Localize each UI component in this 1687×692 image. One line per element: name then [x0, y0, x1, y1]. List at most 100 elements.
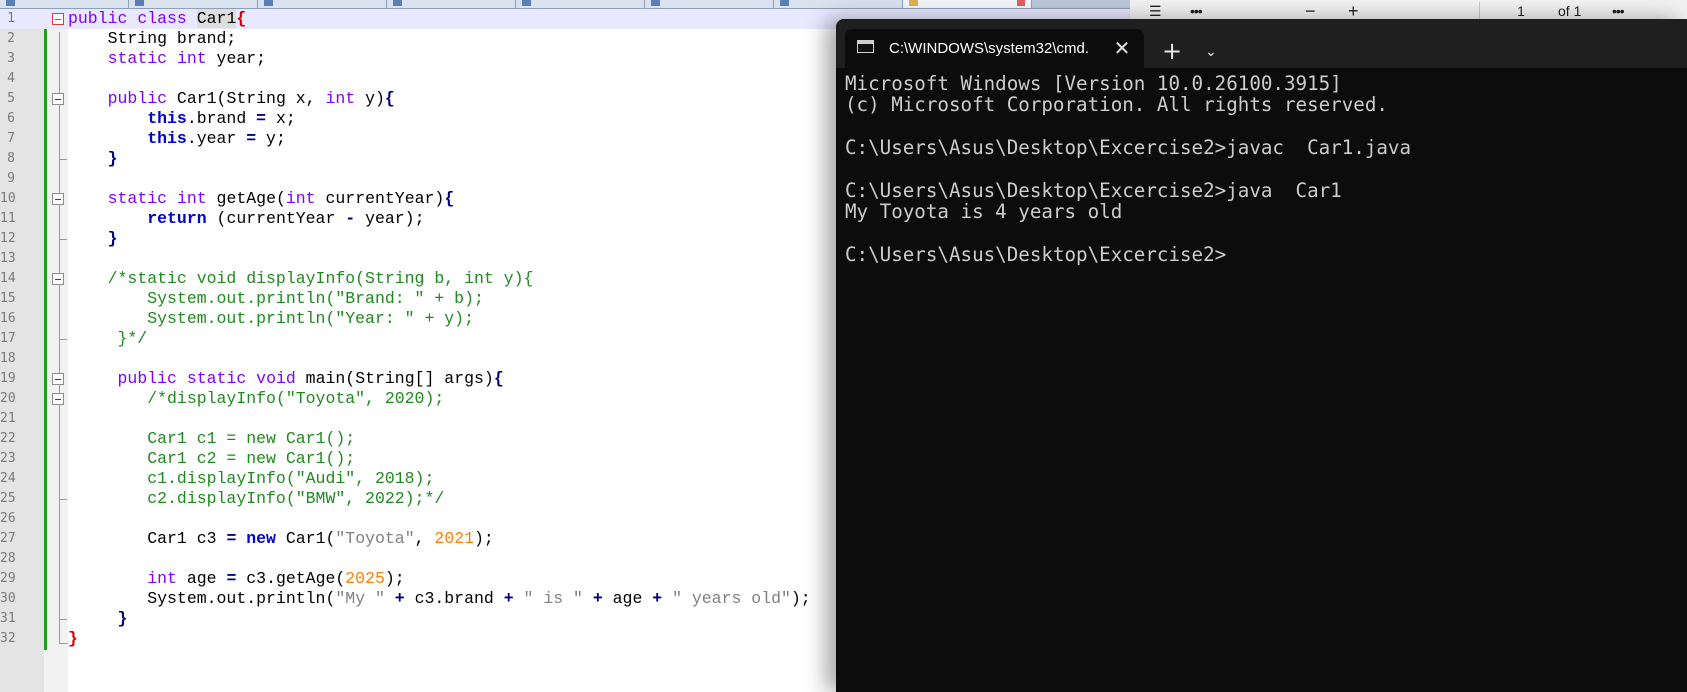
code-text: this.year = y; — [147, 129, 286, 148]
file-icon — [264, 0, 273, 6]
line-number: 6 — [7, 111, 15, 126]
file-icon — [780, 0, 789, 6]
console-line: My Toyota is 4 years old — [845, 200, 1123, 224]
fold-end-marker — [59, 339, 67, 340]
zoom-out-button[interactable]: − — [1305, 1, 1316, 21]
code-text: Car1 c3 = new Car1("Toyota", 2021); — [68, 529, 494, 548]
code-text: } — [117, 609, 128, 628]
new-tab-button[interactable]: + — [1158, 38, 1186, 66]
file-icon — [522, 0, 531, 6]
code-text: } — [107, 229, 118, 248]
editor-tab-strip — [0, 0, 1130, 9]
line-number: 19 — [0, 371, 16, 386]
code-text: this.brand = x; — [147, 109, 296, 128]
line-number: 9 — [7, 171, 15, 186]
code-text: public static void main(String[] args){ — [117, 369, 504, 388]
line-number: 16 — [0, 311, 16, 326]
line-number: 8 — [7, 151, 15, 166]
code-text: c2.displayInfo("BMW", 2022);*/ — [68, 489, 445, 508]
code-text: return (currentYear - year); — [147, 209, 425, 228]
code-text: public Car1(String x, int y){ — [107, 89, 395, 108]
code-text: Car1 c2 = new Car1(); — [68, 449, 356, 468]
line-number: 29 — [0, 571, 16, 586]
code-text: /*static void displayInfo(String b, int … — [107, 269, 534, 288]
fold-end-marker — [59, 239, 67, 240]
line-number: 3 — [7, 51, 15, 66]
line-number: 28 — [0, 551, 16, 566]
line-number: 2 — [7, 31, 15, 46]
line-number: 17 — [0, 331, 16, 346]
line-number: 21 — [0, 411, 16, 426]
line-number: 13 — [0, 251, 16, 266]
line-number: 14 — [0, 271, 16, 286]
code-text: /*displayInfo("Toyota", 2020); — [147, 389, 445, 408]
fold-toggle-icon[interactable] — [52, 393, 64, 405]
terminal-window[interactable]: C:\WINDOWS\system32\cmd. ✕ + ⌄ Microsoft… — [836, 19, 1687, 692]
console-line: C:\Users\Asus\Desktop\Excercise2>java Ca… — [845, 179, 1342, 202]
console-output[interactable]: Microsoft Windows [Version 10.0.26100.39… — [836, 68, 1687, 692]
line-number: 12 — [0, 231, 16, 246]
fold-toggle-icon[interactable] — [52, 373, 64, 385]
viewer-overflow-icon[interactable]: ••• — [1612, 1, 1625, 21]
line-number: 22 — [0, 431, 16, 446]
file-icon — [651, 0, 660, 6]
line-number: 32 — [0, 631, 16, 646]
zoom-in-button[interactable]: + — [1348, 1, 1359, 21]
terminal-tab[interactable]: C:\WINDOWS\system32\cmd. ✕ — [845, 29, 1144, 68]
terminal-titlebar[interactable]: C:\WINDOWS\system32\cmd. ✕ + ⌄ — [836, 19, 1687, 68]
console-line: C:\Users\Asus\Desktop\Excercise2>javac C… — [845, 136, 1412, 160]
fold-toggle-icon[interactable] — [52, 13, 64, 25]
close-tab-icon[interactable]: ✕ — [1111, 38, 1133, 60]
page-total-label: of 1 — [1558, 3, 1582, 19]
editor-tab[interactable] — [387, 0, 516, 8]
line-number: 15 — [0, 291, 16, 306]
editor-tab[interactable] — [0, 0, 129, 8]
line-number: 10 — [0, 191, 16, 206]
line-number: 1 — [7, 11, 15, 26]
line-number: 5 — [7, 91, 15, 106]
viewer-more-icon[interactable]: ••• — [1190, 1, 1203, 21]
console-icon — [857, 40, 874, 53]
page-number-input[interactable]: 1 — [1493, 1, 1549, 21]
code-text: System.out.println("Brand: " + b); — [68, 289, 484, 308]
code-text: Car1 c1 = new Car1(); — [68, 429, 356, 448]
file-icon — [135, 0, 144, 6]
file-icon — [393, 0, 402, 6]
code-text: }*/ — [68, 329, 148, 348]
line-number: 30 — [0, 591, 16, 606]
console-line: (c) Microsoft Corporation. All rights re… — [845, 93, 1388, 117]
chevron-down-icon[interactable]: ⌄ — [1198, 38, 1224, 66]
code-text: public class Car1{ — [68, 9, 247, 28]
editor-tab[interactable] — [774, 0, 903, 8]
file-icon — [6, 0, 15, 6]
fold-end-marker — [59, 159, 67, 160]
fold-toggle-icon[interactable] — [52, 193, 64, 205]
line-number: 23 — [0, 451, 16, 466]
code-text: static int year; — [107, 49, 267, 68]
line-number: 31 — [0, 611, 16, 626]
editor-tab[interactable] — [903, 0, 1032, 8]
code-text: System.out.println("Year: " + y); — [68, 309, 474, 328]
fold-end-marker — [59, 619, 67, 620]
editor-tab[interactable] — [645, 0, 774, 8]
fold-end-marker — [59, 499, 67, 500]
line-number: 11 — [0, 211, 16, 226]
line-number: 4 — [7, 71, 15, 86]
line-number: 18 — [0, 351, 16, 366]
console-line: C:\Users\Asus\Desktop\Excercise2> — [845, 243, 1227, 267]
outline-list-icon[interactable]: ☰ — [1149, 1, 1162, 21]
fold-toggle-icon[interactable] — [52, 93, 64, 105]
code-text: static int getAge(int currentYear){ — [107, 189, 455, 208]
editor-tab[interactable] — [129, 0, 258, 8]
terminal-tab-title: C:\WINDOWS\system32\cmd. — [889, 40, 1090, 57]
fold-toggle-icon[interactable] — [52, 273, 64, 285]
file-icon — [909, 0, 918, 6]
line-number: 25 — [0, 491, 16, 506]
line-number: 26 — [0, 511, 16, 526]
line-number: 27 — [0, 531, 16, 546]
code-text: c1.displayInfo("Audi", 2018); — [68, 469, 435, 488]
editor-tab[interactable] — [516, 0, 645, 8]
editor-tab[interactable] — [258, 0, 387, 8]
close-tab-icon[interactable] — [1017, 0, 1025, 6]
toolbar-divider — [1479, 2, 1480, 20]
